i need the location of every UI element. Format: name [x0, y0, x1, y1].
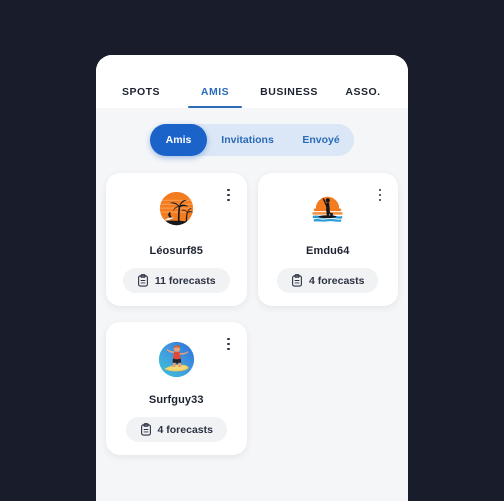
forecast-count-label: 4 forecasts — [157, 423, 213, 436]
segment-invitations-label: Invitations — [221, 134, 274, 146]
kebab-menu-icon[interactable] — [222, 334, 236, 354]
clipboard-icon — [137, 274, 148, 287]
tab-spots[interactable]: SPOTS — [104, 86, 178, 108]
phone-frame: SPOTS AMIS BUSINESS ASSO. Amis Invitatio… — [96, 55, 408, 501]
tab-amis-label: AMIS — [200, 86, 230, 98]
forecast-count-label: 11 forecasts — [154, 274, 216, 287]
forecast-badge[interactable]: 4 forecasts — [277, 268, 379, 293]
forecast-count-label: 4 forecasts — [309, 274, 365, 287]
segment-invitations[interactable]: Invitations — [207, 124, 288, 156]
friend-name: Emdu64 — [306, 245, 350, 257]
forecast-badge[interactable]: 11 forecasts — [122, 268, 230, 293]
forecast-badge[interactable]: 4 forecasts — [125, 417, 227, 442]
surfer-blue-circle-avatar — [158, 341, 194, 378]
tab-asso[interactable]: ASSO. — [326, 86, 400, 108]
tab-amis-underline — [188, 105, 242, 108]
palm-sunset-surfer-avatar — [159, 191, 193, 226]
friends-filter-segmented-control: Amis Invitations Envoyé — [150, 124, 354, 156]
segment-amis[interactable]: Amis — [150, 124, 207, 156]
top-tab-bar: SPOTS AMIS BUSINESS ASSO. — [96, 55, 408, 108]
tab-business[interactable]: BUSINESS — [252, 86, 326, 108]
segment-envoye[interactable]: Envoyé — [288, 124, 354, 156]
tab-amis[interactable]: AMIS — [178, 86, 252, 108]
friends-grid: Léosurf85 11 forecasts Emdu64 4 forecast… — [106, 173, 398, 455]
clipboard-icon — [292, 274, 302, 287]
segment-amis-label: Amis — [165, 134, 192, 146]
friend-name: Léosurf85 — [149, 245, 203, 257]
friend-name: Surfguy33 — [148, 394, 204, 406]
content-area: Amis Invitations Envoyé Léosurf85 11 for… — [96, 108, 408, 501]
friend-card[interactable]: Emdu64 4 forecasts — [257, 173, 398, 306]
paddleboard-sunset-avatar — [312, 196, 343, 222]
clipboard-icon — [140, 423, 151, 436]
segment-envoye-label: Envoyé — [302, 134, 340, 146]
friend-card[interactable]: Surfguy33 4 forecasts — [106, 322, 247, 455]
kebab-menu-icon[interactable] — [373, 185, 387, 205]
kebab-menu-icon[interactable] — [222, 185, 236, 205]
tab-business-label: BUSINESS — [260, 86, 318, 98]
tab-asso-label: ASSO. — [345, 86, 381, 98]
friend-card[interactable]: Léosurf85 11 forecasts — [106, 173, 247, 306]
tab-spots-label: SPOTS — [121, 86, 161, 98]
